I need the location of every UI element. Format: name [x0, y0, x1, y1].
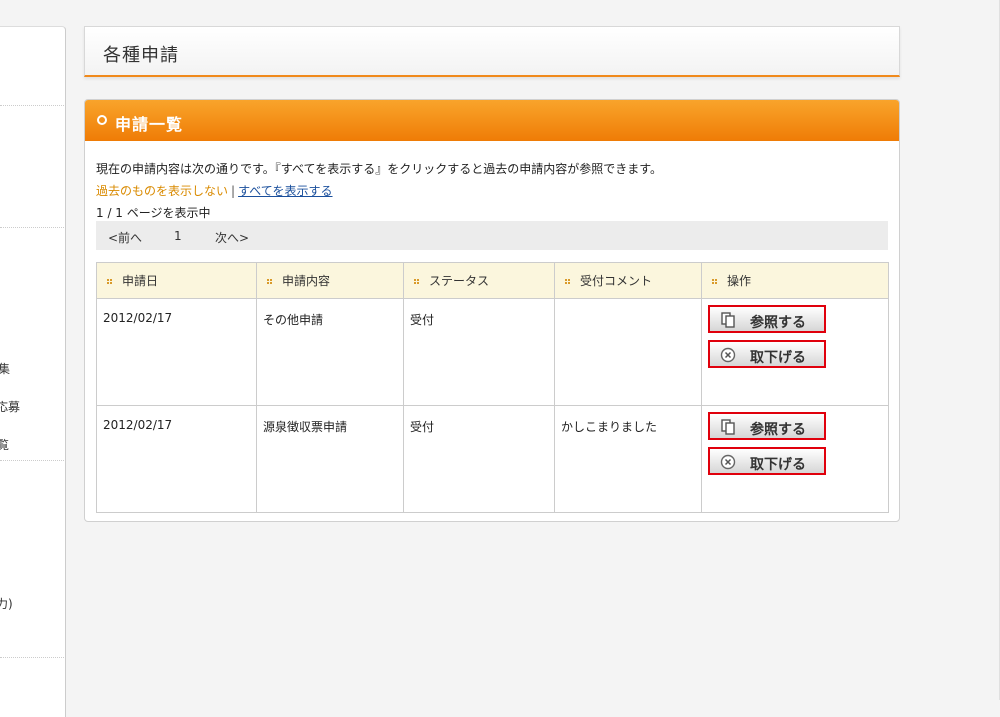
cell-actions: 参照する 取下げる	[701, 405, 889, 513]
table-row: 2012/02/17 源泉徴収票申請 受付 かしこまりました 参照する 取下げる	[96, 405, 889, 513]
column-header-comment: 受付コメント	[554, 262, 702, 299]
left-sidebar: 集 応募 覧 力)	[0, 26, 66, 717]
copy-document-icon	[721, 312, 735, 328]
table-row: 2012/02/17 その他申請 受付 参照する 取下げる	[96, 298, 889, 406]
application-table: 申請日 申請内容 ステータス 受付コメント 操作 2012/02/17 その他申…	[96, 262, 889, 513]
sidebar-item-fragment[interactable]: 覧	[0, 436, 9, 453]
bullet-dots-icon	[267, 279, 272, 284]
sidebar-divider	[0, 657, 64, 658]
column-header-content: 申請内容	[256, 262, 404, 299]
withdraw-button-label: 取下げる	[750, 350, 806, 366]
cell-content: その他申請	[256, 298, 404, 406]
page-info: 1 / 1 ページを表示中	[96, 206, 211, 220]
application-list-panel: 申請一覧 現在の申請内容は次の通りです。『すべてを表示する』をクリックすると過去…	[84, 99, 900, 522]
view-button[interactable]: 参照する	[708, 412, 826, 440]
cell-date: 2012/02/17	[96, 298, 257, 406]
view-button-label: 参照する	[750, 422, 806, 438]
page-title: 各種申請	[103, 45, 179, 66]
panel-description: 現在の申請内容は次の通りです。『すべてを表示する』をクリックすると過去の申請内容…	[96, 162, 663, 176]
show-all-link[interactable]: すべてを表示する	[238, 184, 332, 198]
column-header-status: ステータス	[403, 262, 555, 299]
close-circle-icon	[720, 454, 736, 470]
column-header-date: 申請日	[96, 262, 257, 299]
cell-actions: 参照する 取下げる	[701, 298, 889, 406]
view-button-label: 参照する	[750, 315, 806, 331]
sidebar-item-fragment[interactable]: 応募	[0, 398, 20, 415]
sidebar-divider	[0, 460, 64, 461]
cell-status: 受付	[403, 405, 555, 513]
cell-comment: かしこまりました	[554, 405, 702, 513]
sidebar-divider	[0, 227, 64, 228]
column-header-actions: 操作	[701, 262, 889, 299]
bullet-dots-icon	[107, 279, 112, 284]
close-circle-icon	[720, 347, 736, 363]
circle-bullet-icon	[97, 115, 107, 125]
cell-content: 源泉徴収票申請	[256, 405, 404, 513]
pager-page-number[interactable]: 1	[174, 229, 182, 243]
cell-date: 2012/02/17	[96, 405, 257, 513]
pager-next-link[interactable]: 次へ>	[215, 229, 249, 246]
pager: <前へ 1 次へ>	[96, 221, 888, 250]
sidebar-item-fragment[interactable]: 集	[0, 360, 10, 377]
bullet-dots-icon	[414, 279, 419, 284]
sidebar-divider	[0, 105, 64, 106]
copy-document-icon	[721, 419, 735, 435]
bullet-dots-icon	[712, 279, 717, 284]
panel-title: 申請一覧	[115, 115, 184, 134]
pager-prev-link[interactable]: <前へ	[108, 229, 142, 246]
panel-header: 申請一覧	[85, 100, 899, 141]
sidebar-item-fragment[interactable]: 力)	[0, 595, 13, 612]
view-button[interactable]: 参照する	[708, 305, 826, 333]
table-header-row: 申請日 申請内容 ステータス 受付コメント 操作	[96, 262, 889, 299]
withdraw-button-label: 取下げる	[750, 457, 806, 473]
page-header: 各種申請	[84, 26, 900, 77]
hide-past-link: 過去のものを表示しない	[96, 184, 229, 198]
filter-links: 過去のものを表示しない | すべてを表示する	[96, 182, 333, 199]
withdraw-button[interactable]: 取下げる	[708, 447, 826, 475]
link-separator: |	[231, 184, 236, 198]
cell-comment	[554, 298, 702, 406]
cell-status: 受付	[403, 298, 555, 406]
withdraw-button[interactable]: 取下げる	[708, 340, 826, 368]
bullet-dots-icon	[565, 279, 570, 284]
